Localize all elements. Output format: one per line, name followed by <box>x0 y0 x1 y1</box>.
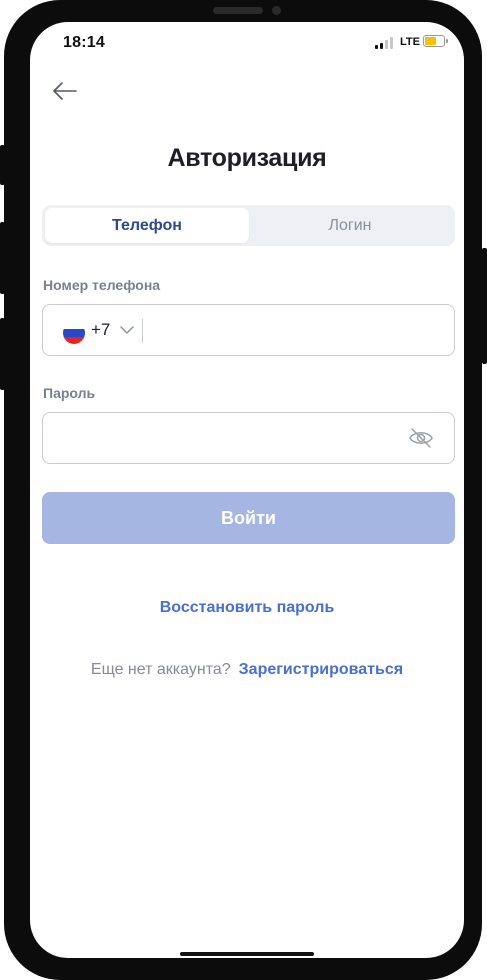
app-screen: 18:14 LTE Авторизация Телефон Логин Номе <box>30 22 464 958</box>
mute-switch <box>0 145 5 185</box>
power-button <box>482 248 487 364</box>
volume-down-button <box>0 318 5 390</box>
chevron-down-icon[interactable] <box>120 326 134 335</box>
auth-method-tabs: Телефон Логин <box>42 205 455 246</box>
russia-flag-icon[interactable] <box>63 322 85 344</box>
back-arrow-icon[interactable] <box>52 80 78 102</box>
register-row: Еще нет аккаунта? Зарегистрироваться <box>30 661 464 679</box>
status-time: 18:14 <box>63 34 105 51</box>
password-field[interactable] <box>42 412 455 464</box>
phone-label: Номер телефона <box>43 277 161 293</box>
phone-frame: 18:14 LTE Авторизация Телефон Логин Номе <box>4 0 482 980</box>
speaker <box>213 7 263 14</box>
network-type: LTE <box>400 36 420 48</box>
front-camera <box>272 6 281 15</box>
volume-up-button <box>0 222 5 294</box>
eye-slash-icon[interactable] <box>408 427 434 449</box>
phone-field[interactable]: +7 <box>42 304 455 356</box>
tab-login[interactable]: Логин <box>248 208 452 243</box>
signal-icon <box>375 37 397 49</box>
country-code[interactable]: +7 <box>91 320 110 340</box>
register-link[interactable]: Зарегистрироваться <box>239 661 403 678</box>
battery-icon <box>423 35 448 47</box>
text-cursor <box>142 319 143 343</box>
login-button[interactable]: Войти <box>42 492 455 544</box>
password-label: Пароль <box>43 385 96 401</box>
register-question: Еще нет аккаунта? <box>90 661 231 678</box>
page-title: Авторизация <box>167 144 327 172</box>
status-bar: 18:14 LTE <box>30 22 464 62</box>
home-indicator <box>180 952 314 956</box>
restore-password-link[interactable]: Восстановить пароль <box>30 599 464 617</box>
tab-phone[interactable]: Телефон <box>45 208 249 243</box>
